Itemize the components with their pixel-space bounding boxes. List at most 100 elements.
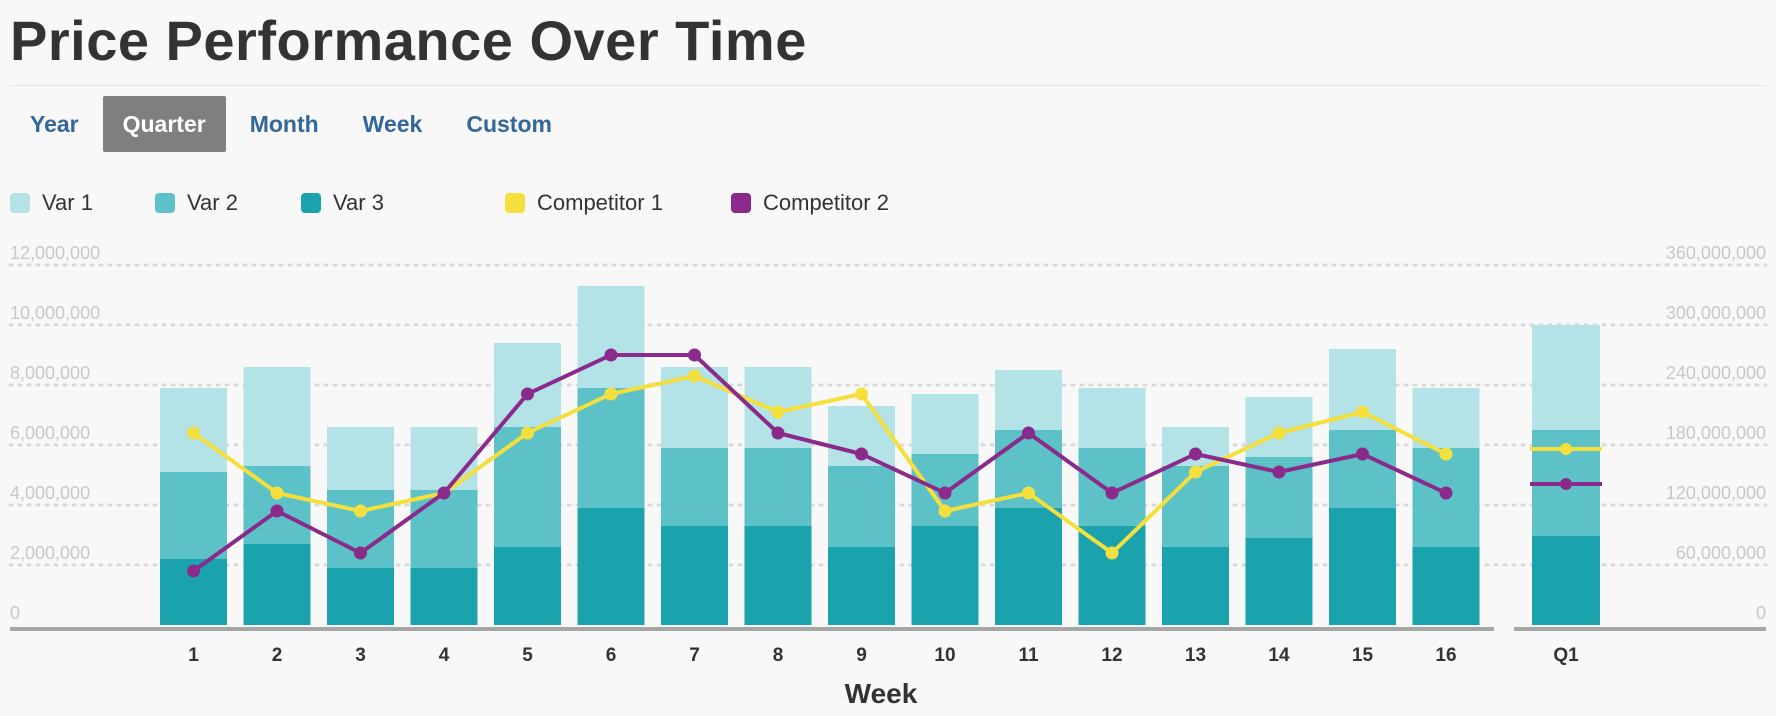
- point-competitor2: [1272, 465, 1286, 479]
- summary-marker-competitor1-point: [1560, 443, 1572, 455]
- x-tick-label: 6: [606, 645, 617, 666]
- bar-var3: [1078, 526, 1146, 625]
- bar-var1: [243, 367, 311, 466]
- tab-month[interactable]: Month: [230, 96, 339, 152]
- point-competitor1: [1356, 405, 1369, 419]
- y-right-tick-label: 360,000,000: [1666, 243, 1766, 263]
- x-tick-label-summary: Q1: [1553, 645, 1579, 666]
- bar-var3: [494, 547, 561, 625]
- bar-var1: [577, 286, 645, 388]
- y-right-tick-label: 240,000,000: [1666, 363, 1766, 383]
- bar-var3: [744, 526, 812, 625]
- y-right-tick-label: 0: [1756, 603, 1766, 623]
- bar-var1: [1078, 388, 1146, 448]
- point-competitor2: [604, 348, 618, 362]
- point-competitor2: [437, 486, 451, 500]
- y-left-tick-label: 4,000,000: [10, 483, 90, 503]
- point-competitor1: [1022, 486, 1035, 500]
- price-performance-chart: 0 0 2,000,000 60,000,000 4,000,000 120,000,00…: [8, 243, 1768, 709]
- legend-label-competitor1: Competitor 1: [537, 190, 663, 215]
- bar-var2: [160, 472, 227, 559]
- x-tick-label: 5: [522, 645, 533, 666]
- bar-var2: [410, 490, 478, 568]
- bar-var3: [828, 547, 895, 625]
- bar-var3: [995, 508, 1062, 625]
- bar-var1: [911, 394, 979, 454]
- point-competitor2: [354, 546, 367, 560]
- tab-year[interactable]: Year: [10, 96, 99, 152]
- bar-var2: [494, 427, 561, 547]
- point-competitor2: [688, 348, 701, 362]
- tab-quarter[interactable]: Quarter: [102, 96, 226, 152]
- point-competitor1: [604, 387, 618, 401]
- point-competitor2: [855, 447, 868, 461]
- x-tick-label: 9: [856, 645, 867, 666]
- x-tick-label: 4: [439, 645, 450, 666]
- y-left-tick-label: 0: [10, 603, 20, 623]
- legend-swatch-var2: [155, 193, 175, 213]
- y-left-tick-label: 12,000,000: [10, 243, 100, 263]
- bar-var3: [661, 526, 728, 625]
- x-tick-label: 11: [1018, 645, 1039, 666]
- bar-var3: [1412, 547, 1480, 625]
- x-tick-label: 10: [934, 645, 955, 666]
- y-left-tick-label: 10,000,000: [10, 303, 100, 323]
- point-competitor1: [354, 504, 367, 518]
- x-tick-label: 13: [1185, 645, 1206, 666]
- y-right-tick-label: 180,000,000: [1666, 423, 1766, 443]
- y-right-tick-label: 120,000,000: [1666, 483, 1766, 503]
- legend-label-var3: Var 3: [333, 190, 384, 215]
- legend-item-var1[interactable]: Var 1: [10, 190, 155, 216]
- page-title: Price Performance Over Time: [10, 9, 807, 72]
- chart-legend: Var 1 Var 2 Var 3 Competitor 1 Competito…: [10, 190, 889, 216]
- legend-swatch-competitor1: [505, 193, 525, 213]
- bar-var2: [661, 448, 728, 526]
- x-tick-label: 1: [188, 645, 199, 666]
- point-competitor1: [1439, 447, 1453, 461]
- x-tick-label: 2: [272, 645, 283, 666]
- period-tabs: Year Quarter Month Week Custom: [10, 96, 576, 152]
- bar-var2: [828, 466, 895, 547]
- point-competitor2: [1105, 486, 1119, 500]
- bar-var1: [995, 370, 1062, 430]
- point-competitor1: [855, 387, 868, 401]
- point-competitor1: [270, 486, 284, 500]
- x-tick-label: 12: [1101, 645, 1122, 666]
- y-left-tick-label: 8,000,000: [10, 363, 90, 383]
- legend-item-competitor1[interactable]: Competitor 1: [505, 190, 731, 216]
- point-competitor1: [688, 369, 701, 383]
- summary-bar-var3: [1532, 536, 1600, 625]
- legend-swatch-competitor2: [731, 193, 751, 213]
- point-competitor1: [1272, 426, 1286, 440]
- y-left-tick-label: 6,000,000: [10, 423, 90, 443]
- legend-label-competitor2: Competitor 2: [763, 190, 889, 215]
- bar-var3: [327, 568, 394, 625]
- legend-label-var1: Var 1: [42, 190, 93, 215]
- bar-var1: [1412, 388, 1480, 448]
- x-tick-label: 7: [689, 645, 700, 666]
- legend-item-var3[interactable]: Var 3: [301, 190, 505, 216]
- bar-var1: [327, 427, 394, 490]
- bar-var1: [410, 427, 478, 490]
- point-competitor2: [938, 486, 952, 500]
- point-competitor2: [771, 426, 785, 440]
- tab-week[interactable]: Week: [343, 96, 443, 152]
- tab-custom[interactable]: Custom: [446, 96, 572, 152]
- bar-var3: [410, 568, 478, 625]
- legend-item-competitor2[interactable]: Competitor 2: [731, 190, 889, 216]
- point-competitor2: [1356, 447, 1369, 461]
- point-competitor2: [187, 564, 200, 578]
- x-tick-label: 16: [1435, 645, 1456, 666]
- point-competitor1: [771, 405, 785, 419]
- legend-swatch-var3: [301, 193, 321, 213]
- legend-label-var2: Var 2: [187, 190, 238, 215]
- bar-var3: [1329, 508, 1396, 625]
- x-tick-label: 8: [773, 645, 784, 666]
- legend-item-var2[interactable]: Var 2: [155, 190, 301, 216]
- y-right-tick-label: 300,000,000: [1666, 303, 1766, 323]
- point-competitor2: [270, 504, 284, 518]
- point-competitor2: [1022, 426, 1035, 440]
- point-competitor1: [187, 426, 200, 440]
- summary-bar-var1: [1532, 325, 1600, 430]
- point-competitor1: [521, 426, 534, 440]
